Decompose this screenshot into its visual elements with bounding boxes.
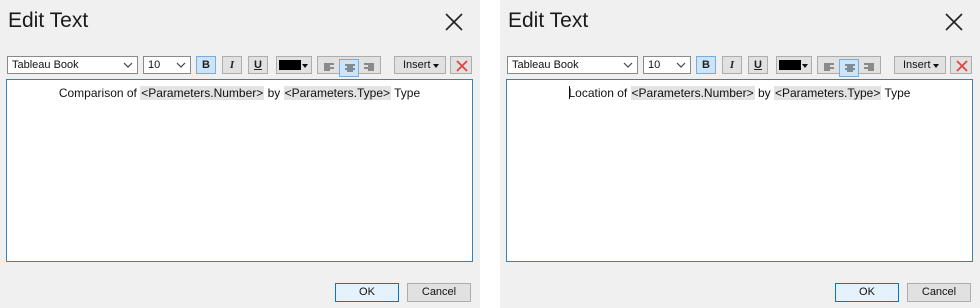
dropdown-arrow-icon [933,64,939,68]
text-editor[interactable]: Comparison of <Parameters.Number> by <Pa… [6,79,473,262]
align-left-icon [824,63,834,71]
insert-button[interactable]: Insert [394,56,446,74]
align-center-icon [345,64,355,72]
editor-text-line: Comparison of <Parameters.Number> by <Pa… [7,86,472,100]
dropdown-arrow-icon [433,64,439,68]
delete-x-icon [456,60,468,72]
font-family-value: Tableau Book [512,59,579,71]
dialog-title: Edit Text [8,9,89,32]
chevron-down-icon [676,62,686,68]
text-prefix: Comparison of [58,86,141,100]
align-left-button[interactable] [319,59,339,77]
text-editor[interactable]: Location of <Parameters.Number> by <Para… [506,79,973,262]
align-left-button[interactable] [819,59,839,77]
underline-button[interactable]: U [748,56,768,74]
delete-x-icon [956,60,968,72]
align-center-button[interactable] [839,59,859,77]
color-swatch [279,60,301,70]
parameter-type-token[interactable]: <Parameters.Type> [773,86,882,100]
font-size-select[interactable]: 10 [143,56,191,74]
text-mid: by [264,86,284,100]
font-family-select[interactable]: Tableau Book [7,56,138,74]
parameter-number-token[interactable]: <Parameters.Number> [630,86,755,100]
ok-button[interactable]: OK [835,283,899,302]
cancel-button[interactable]: Cancel [907,283,971,302]
align-right-button[interactable] [359,59,379,77]
bold-button[interactable]: B [696,56,716,74]
font-family-select[interactable]: Tableau Book [507,56,638,74]
align-center-icon [845,64,855,72]
insert-button[interactable]: Insert [894,56,946,74]
align-right-icon [864,63,874,71]
chevron-down-icon [123,62,133,68]
edit-text-dialog-left: Edit Text Tableau Book 10 B I U Insert C… [0,0,480,308]
align-center-button[interactable] [339,59,359,77]
insert-label: Insert [903,59,931,71]
italic-button[interactable]: I [222,56,242,74]
formatting-toolbar: Tableau Book 10 B I U Insert [500,54,980,77]
parameter-number-token[interactable]: <Parameters.Number> [140,86,265,100]
dialog-title: Edit Text [508,9,589,32]
text-suffix: Type [881,86,911,100]
delete-button[interactable] [450,56,472,74]
align-right-button[interactable] [859,59,879,77]
ok-button[interactable]: OK [335,283,399,302]
delete-button[interactable] [950,56,972,74]
chevron-down-icon [623,62,633,68]
text-color-picker[interactable] [276,56,312,74]
alignment-group [317,56,381,77]
dropdown-arrow-icon [802,64,808,68]
align-left-icon [324,63,334,71]
text-color-picker[interactable] [776,56,812,74]
alignment-group [817,56,881,77]
dropdown-arrow-icon [302,64,308,68]
parameter-type-token[interactable]: <Parameters.Type> [283,86,392,100]
font-size-value: 10 [648,59,661,71]
font-size-value: 10 [148,59,161,71]
align-right-icon [364,63,374,71]
color-swatch [779,60,801,70]
text-mid: by [754,86,774,100]
insert-label: Insert [403,59,431,71]
chevron-down-icon [176,62,186,68]
edit-text-dialog-right: Edit Text Tableau Book 10 B I U Insert L… [500,0,980,308]
underline-button[interactable]: U [248,56,268,74]
text-suffix: Type [391,86,421,100]
formatting-toolbar: Tableau Book 10 B I U Insert [0,54,480,77]
close-icon[interactable] [443,11,465,33]
font-size-select[interactable]: 10 [643,56,691,74]
editor-text-line: Location of <Parameters.Number> by <Para… [507,86,972,100]
text-prefix: Location of [568,86,631,100]
font-family-value: Tableau Book [12,59,79,71]
bold-button[interactable]: B [196,56,216,74]
italic-button[interactable]: I [722,56,742,74]
cancel-button[interactable]: Cancel [407,283,471,302]
close-icon[interactable] [943,11,965,33]
